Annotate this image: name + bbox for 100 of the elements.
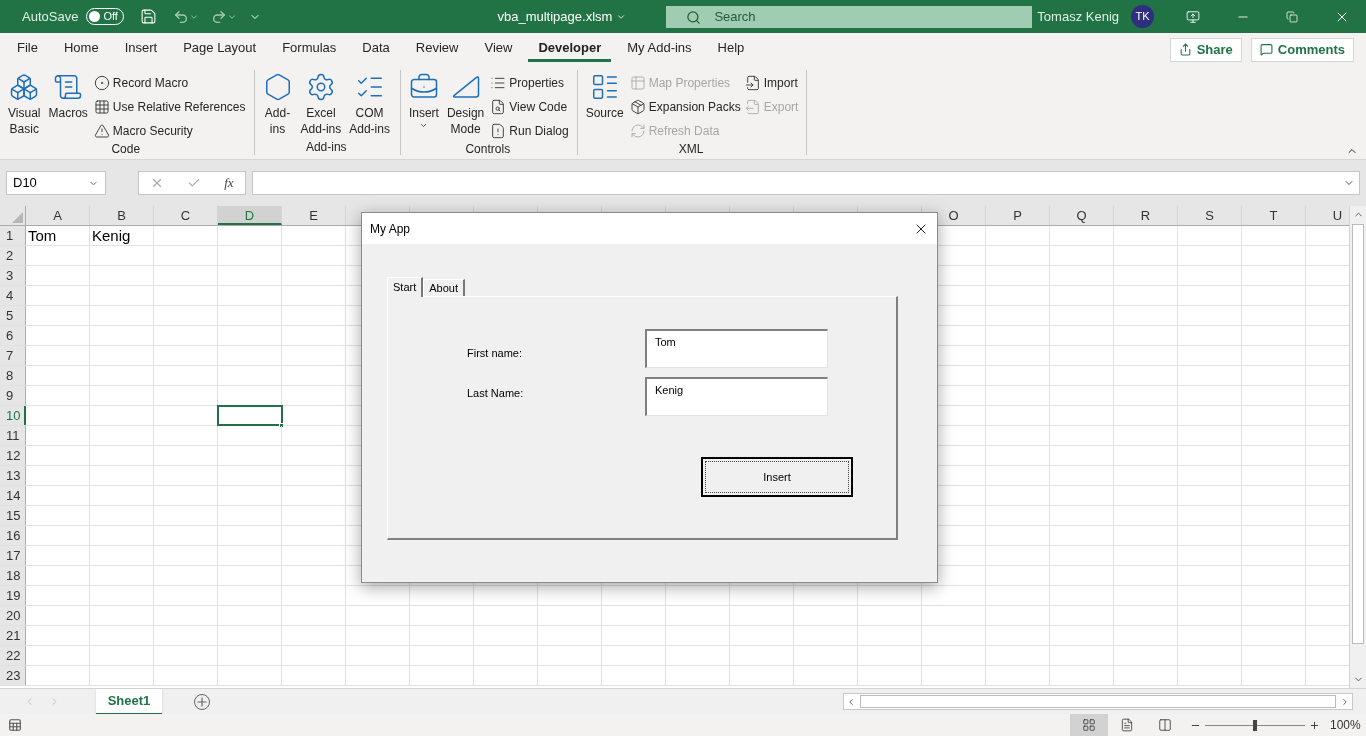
row-header[interactable]: 2	[0, 246, 26, 265]
share-icon	[1178, 43, 1192, 56]
row-header[interactable]: 10	[0, 406, 26, 425]
column-header[interactable]: A	[26, 206, 90, 225]
column-header[interactable]: B	[90, 206, 154, 225]
refresh-icon	[629, 123, 646, 139]
text-field[interactable]: Kenig	[645, 377, 828, 416]
grid-icon	[1082, 718, 1096, 732]
file-name: vba_multipage.xlsm	[497, 7, 613, 26]
insert-function-button[interactable]: fx	[224, 173, 234, 193]
row-header[interactable]: 22	[0, 646, 26, 665]
row-header[interactable]: 1	[0, 226, 26, 245]
ribbon-button[interactable]: Source	[583, 72, 626, 141]
ribbon-tab[interactable]: Data	[352, 37, 400, 62]
ribbon-button[interactable]: Macros	[46, 72, 90, 141]
zoom-level[interactable]: 100%	[1330, 716, 1360, 734]
enter-icon[interactable]	[187, 176, 202, 190]
ribbon-button[interactable]: Import	[744, 73, 799, 93]
zoom-in-icon[interactable]	[1309, 719, 1320, 731]
column-header[interactable]: Q	[1050, 206, 1114, 225]
text-field[interactable]: Tom	[645, 329, 828, 368]
view-button[interactable]	[1070, 714, 1108, 736]
export-icon	[744, 99, 761, 115]
field-label: Last Name:	[467, 386, 524, 401]
zoom-slider[interactable]	[1205, 719, 1305, 731]
ribbon-tab[interactable]: Developer	[528, 37, 612, 62]
row-header[interactable]: 23	[0, 666, 26, 685]
ribbon-button[interactable]: Properties	[490, 73, 569, 93]
grid-icon	[93, 99, 110, 115]
ribbon-button[interactable]: Use Relative References	[93, 97, 246, 117]
ribbon-button[interactable]: Record Macro	[93, 73, 246, 93]
column-header[interactable]: E	[282, 206, 346, 225]
row-header[interactable]: 6	[0, 326, 26, 345]
ribbon-button[interactable]: Run Dialog	[490, 121, 569, 141]
row-header[interactable]: 12	[0, 446, 26, 465]
row-header[interactable]: 19	[0, 586, 26, 605]
dialog-title: My App	[370, 220, 411, 238]
row-header[interactable]: 8	[0, 366, 26, 385]
row-header[interactable]: 7	[0, 346, 26, 365]
ribbon-button[interactable]: Design Mode	[444, 72, 487, 141]
column-header[interactable]: D	[218, 206, 282, 225]
dialog-tab[interactable]: Start	[387, 277, 424, 297]
dialog-tab[interactable]: About	[423, 279, 465, 296]
redo-icon[interactable]	[211, 8, 228, 25]
ribbon-tab[interactable]: Help	[707, 37, 755, 62]
vertical-scrollbar[interactable]	[1349, 206, 1366, 688]
row-header[interactable]: 11	[0, 426, 26, 445]
row-header[interactable]: 14	[0, 486, 26, 505]
ribbon-tab[interactable]: File	[7, 37, 48, 62]
row-header[interactable]: 21	[0, 626, 26, 645]
ribbon-tab[interactable]: Formulas	[272, 37, 347, 62]
row-header[interactable]: 15	[0, 506, 26, 525]
user-avatar[interactable]: TK	[1131, 5, 1154, 28]
ribbon-tab[interactable]: Review	[405, 37, 469, 62]
ribbon-button[interactable]: Add- ins	[260, 72, 295, 139]
warning-icon	[93, 123, 110, 139]
ribbon-button[interactable]: COM Add-ins	[347, 72, 392, 139]
formula-input[interactable]	[252, 171, 1360, 195]
ribbon-button[interactable]: Macro Security	[93, 121, 246, 141]
ribbon-tab[interactable]: My Add-ins	[617, 37, 702, 62]
row-header[interactable]: 3	[0, 266, 26, 285]
table-cell: Tom	[26, 226, 90, 245]
name-box[interactable]: D10	[6, 171, 106, 195]
ribbon-button[interactable]: View Code	[490, 97, 569, 117]
ribbon-button[interactable]: Expansion Packs	[629, 97, 741, 117]
share-button[interactable]: Share	[1169, 37, 1242, 62]
horizontal-scrollbar[interactable]	[843, 693, 1353, 710]
ribbon-button[interactable]: Insert	[406, 72, 441, 141]
insert-button[interactable]: Insert	[701, 457, 853, 497]
column-header[interactable]: R	[1114, 206, 1178, 225]
ribbon-tab[interactable]: View	[474, 37, 523, 62]
scroll-left-icon[interactable]	[846, 696, 856, 707]
row-header[interactable]: 16	[0, 526, 26, 545]
ribbon-button[interactable]: Excel Add-ins	[298, 72, 344, 139]
row-header[interactable]: 9	[0, 386, 26, 405]
row-header[interactable]: 18	[0, 566, 26, 585]
fill-handle[interactable]	[279, 423, 284, 428]
save-icon[interactable]	[140, 8, 158, 25]
row-header[interactable]: 4	[0, 286, 26, 305]
record-icon	[93, 75, 110, 91]
row-header[interactable]: 17	[0, 546, 26, 565]
comments-button[interactable]: Comments	[1250, 37, 1354, 62]
search-field[interactable]: Search	[666, 5, 1033, 28]
ribbon-display-icon[interactable]	[1186, 9, 1200, 24]
undo-icon[interactable]	[173, 8, 190, 25]
row-header[interactable]: 5	[0, 306, 26, 325]
row-header[interactable]: 13	[0, 466, 26, 485]
column-header[interactable]: S	[1178, 206, 1242, 225]
ribbon-tab[interactable]: Page Layout	[173, 37, 267, 62]
restore-icon[interactable]	[1286, 10, 1298, 23]
column-header[interactable]: T	[1242, 206, 1306, 225]
zoom-thumb[interactable]	[1253, 719, 1257, 731]
user-name: Tomasz Kenig	[1037, 7, 1119, 26]
ribbon-tab[interactable]: Home	[53, 37, 109, 62]
ribbon-button[interactable]: Visual Basic	[6, 72, 43, 141]
scroll-right-icon[interactable]	[1340, 696, 1350, 707]
row-header[interactable]: 20	[0, 606, 26, 625]
ribbon-tab[interactable]: Insert	[114, 37, 168, 62]
column-header[interactable]: P	[986, 206, 1050, 225]
sheet-tab[interactable]: Sheet1	[96, 688, 162, 715]
